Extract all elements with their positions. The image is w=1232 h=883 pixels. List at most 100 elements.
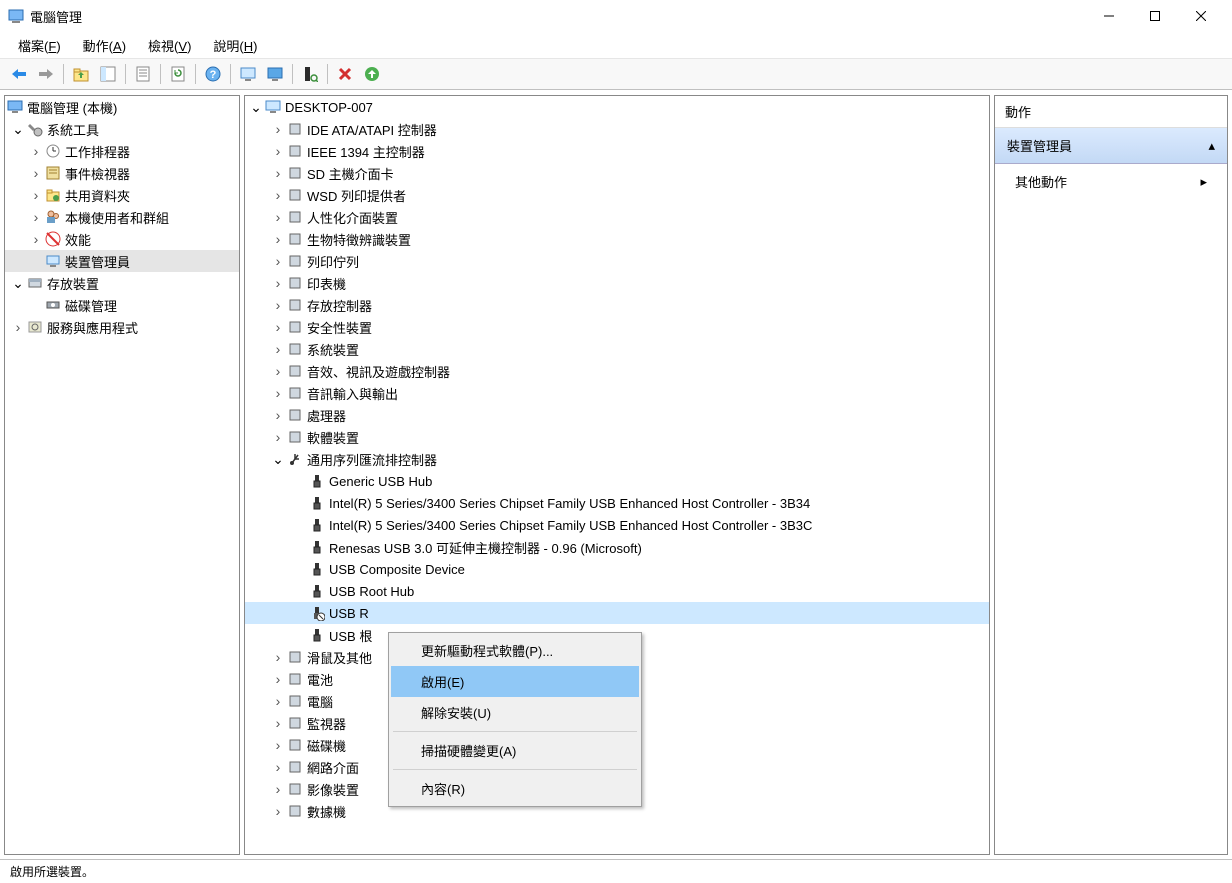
help-button[interactable]: ? bbox=[201, 62, 225, 86]
device-item[interactable]: USB R bbox=[245, 602, 989, 624]
device-category[interactable]: IEEE 1394 主控制器 bbox=[245, 140, 989, 162]
expander-icon[interactable] bbox=[271, 342, 285, 356]
device-root[interactable]: DESKTOP-007 bbox=[245, 96, 989, 118]
device-category[interactable]: 系統裝置 bbox=[245, 338, 989, 360]
device-category[interactable]: IDE ATA/ATAPI 控制器 bbox=[245, 118, 989, 140]
expander-icon[interactable] bbox=[271, 430, 285, 444]
expander-icon[interactable] bbox=[271, 650, 285, 664]
expander-icon[interactable] bbox=[271, 254, 285, 268]
expander-icon[interactable] bbox=[271, 452, 285, 466]
device-category[interactable]: WSD 列印提供者 bbox=[245, 184, 989, 206]
expander-icon[interactable] bbox=[271, 320, 285, 334]
device-category[interactable]: 安全性裝置 bbox=[245, 316, 989, 338]
disable-button[interactable] bbox=[333, 62, 357, 86]
tree-root[interactable]: 電腦管理 (本機) bbox=[5, 96, 239, 118]
device-item[interactable]: USB Root Hub bbox=[245, 580, 989, 602]
back-button[interactable] bbox=[7, 62, 31, 86]
device-category[interactable]: 存放控制器 bbox=[245, 294, 989, 316]
device-category[interactable]: 通用序列匯流排控制器 bbox=[245, 448, 989, 470]
expander-icon[interactable] bbox=[271, 694, 285, 708]
device-category[interactable]: 列印佇列 bbox=[245, 250, 989, 272]
show-hide-button[interactable] bbox=[96, 62, 120, 86]
left-tree-panel[interactable]: 電腦管理 (本機) 系統工具 工作排程器事件檢視器共用資料夾本機使用者和群組效能… bbox=[4, 95, 240, 855]
collapse-icon[interactable]: ▴ bbox=[1208, 138, 1215, 154]
context-menu-item[interactable]: 啟用(E) bbox=[391, 666, 639, 697]
expander-icon[interactable] bbox=[29, 166, 43, 180]
expander-icon[interactable] bbox=[11, 122, 25, 136]
expander-icon[interactable] bbox=[271, 166, 285, 180]
expander-icon[interactable] bbox=[29, 188, 43, 202]
expander-icon[interactable] bbox=[11, 276, 25, 290]
expander-icon[interactable] bbox=[271, 738, 285, 752]
expander-icon[interactable] bbox=[271, 210, 285, 224]
expander-icon[interactable] bbox=[29, 144, 43, 158]
context-menu-item[interactable]: 解除安裝(U) bbox=[391, 697, 639, 728]
device-category[interactable]: 人性化介面裝置 bbox=[245, 206, 989, 228]
device-category[interactable]: 印表機 bbox=[245, 272, 989, 294]
context-menu-item[interactable]: 更新驅動程式軟體(P)... bbox=[391, 635, 639, 666]
device-category[interactable]: 音訊輸入與輸出 bbox=[245, 382, 989, 404]
context-menu-item[interactable]: 內容(R) bbox=[391, 773, 639, 804]
expander-icon[interactable] bbox=[249, 100, 263, 114]
expander-icon[interactable] bbox=[271, 364, 285, 378]
device-item[interactable]: Intel(R) 5 Series/3400 Series Chipset Fa… bbox=[245, 492, 989, 514]
tree-services[interactable]: 服務與應用程式 bbox=[5, 316, 239, 338]
up-button[interactable] bbox=[69, 62, 93, 86]
tree-item-event[interactable]: 事件檢視器 bbox=[5, 162, 239, 184]
menu-view[interactable]: 檢視(V) bbox=[138, 32, 201, 59]
device-category[interactable]: 軟體裝置 bbox=[245, 426, 989, 448]
app-icon bbox=[8, 8, 24, 24]
usb-device-icon bbox=[309, 539, 325, 555]
expander-icon[interactable] bbox=[271, 782, 285, 796]
device-item[interactable]: Generic USB Hub bbox=[245, 470, 989, 492]
device-category[interactable]: 音效、視訊及遊戲控制器 bbox=[245, 360, 989, 382]
expander-icon[interactable] bbox=[271, 122, 285, 136]
expander-icon[interactable] bbox=[29, 210, 43, 224]
expander-icon[interactable] bbox=[271, 760, 285, 774]
tree-item-device[interactable]: 裝置管理員 bbox=[5, 250, 239, 272]
storage-icon bbox=[27, 275, 43, 291]
expander-icon[interactable] bbox=[271, 232, 285, 246]
expander-icon[interactable] bbox=[271, 298, 285, 312]
tree-item-clock[interactable]: 工作排程器 bbox=[5, 140, 239, 162]
tree-storage[interactable]: 存放裝置 bbox=[5, 272, 239, 294]
device-category-icon bbox=[287, 231, 303, 247]
properties-button[interactable] bbox=[131, 62, 155, 86]
expander-icon[interactable] bbox=[271, 144, 285, 158]
device-item[interactable]: USB Composite Device bbox=[245, 558, 989, 580]
device-view-button[interactable] bbox=[236, 62, 260, 86]
expander-icon[interactable] bbox=[271, 716, 285, 730]
refresh-button[interactable] bbox=[166, 62, 190, 86]
device-category[interactable]: 生物特徵辨識裝置 bbox=[245, 228, 989, 250]
actions-section[interactable]: 裝置管理員 ▴ bbox=[995, 128, 1227, 164]
context-menu-item[interactable]: 掃描硬體變更(A) bbox=[391, 735, 639, 766]
expander-icon[interactable] bbox=[11, 320, 25, 334]
menu-action[interactable]: 動作(A) bbox=[73, 32, 136, 59]
device-category[interactable]: SD 主機介面卡 bbox=[245, 162, 989, 184]
tree-disk-mgmt[interactable]: 磁碟管理 bbox=[5, 294, 239, 316]
scan-hardware-button[interactable] bbox=[298, 62, 322, 86]
tree-item-shared[interactable]: 共用資料夾 bbox=[5, 184, 239, 206]
menu-file[interactable]: 檔案(F) bbox=[8, 32, 71, 59]
minimize-button[interactable] bbox=[1086, 1, 1132, 31]
tree-system-tools[interactable]: 系統工具 bbox=[5, 118, 239, 140]
close-button[interactable] bbox=[1178, 1, 1224, 31]
device-list-button[interactable] bbox=[263, 62, 287, 86]
tree-item-perf[interactable]: 效能 bbox=[5, 228, 239, 250]
expander-icon[interactable] bbox=[271, 408, 285, 422]
menu-help[interactable]: 說明(H) bbox=[203, 32, 267, 59]
device-item[interactable]: Renesas USB 3.0 可延伸主機控制器 - 0.96 (Microso… bbox=[245, 536, 989, 558]
device-category[interactable]: 處理器 bbox=[245, 404, 989, 426]
forward-button[interactable] bbox=[34, 62, 58, 86]
enable-button[interactable] bbox=[360, 62, 384, 86]
expander-icon[interactable] bbox=[271, 672, 285, 686]
expander-icon[interactable] bbox=[271, 386, 285, 400]
device-item[interactable]: Intel(R) 5 Series/3400 Series Chipset Fa… bbox=[245, 514, 989, 536]
expander-icon[interactable] bbox=[29, 232, 43, 246]
maximize-button[interactable] bbox=[1132, 1, 1178, 31]
expander-icon[interactable] bbox=[271, 276, 285, 290]
expander-icon[interactable] bbox=[271, 188, 285, 202]
actions-more[interactable]: 其他動作 ▸ bbox=[995, 164, 1227, 199]
expander-icon[interactable] bbox=[271, 804, 285, 818]
tree-item-users[interactable]: 本機使用者和群組 bbox=[5, 206, 239, 228]
